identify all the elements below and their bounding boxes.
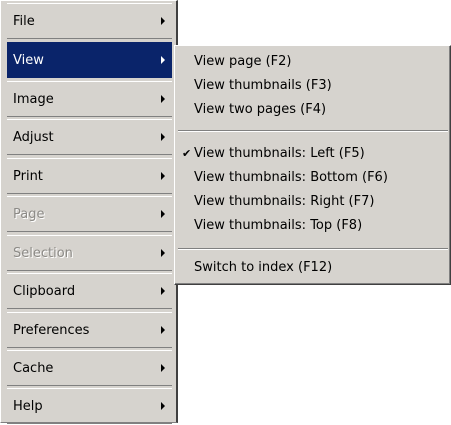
menu-item-label: Page (13, 207, 45, 222)
menu-item-label: Clipboard (13, 284, 76, 299)
menu-item-file[interactable]: File (7, 3, 172, 39)
submenu-item-label: Switch to index (F12) (194, 260, 333, 275)
submenu-item-label: View thumbnails (F3) (194, 78, 332, 93)
main-menu: File View Image Adjust Print Page Select… (0, 0, 178, 424)
menu-item-page: Page (7, 196, 172, 232)
menu-item-view[interactable]: View (7, 42, 172, 78)
submenu-item-label: View thumbnails: Bottom (F6) (194, 170, 388, 185)
menu-item-label: Print (13, 169, 43, 184)
menu-item-label: Preferences (13, 323, 90, 338)
menu-item-preferences[interactable]: Preferences (7, 312, 172, 348)
menu-separator (178, 248, 448, 250)
menu-item-adjust[interactable]: Adjust (7, 119, 172, 155)
menu-item-clipboard[interactable]: Clipboard (7, 273, 172, 309)
menu-item-label: Selection (13, 246, 73, 261)
menu-item-selection: Selection (7, 235, 172, 271)
menu-item-label: Cache (13, 361, 54, 376)
submenu-arrow-icon (161, 326, 165, 334)
submenu-arrow-icon (161, 172, 165, 180)
submenu-arrow-icon (161, 17, 165, 25)
menu-item-help[interactable]: Help (7, 388, 172, 424)
submenu-arrow-icon (161, 287, 165, 295)
submenu-item-thumbnails-right[interactable]: View thumbnails: Right (F7) (178, 190, 446, 214)
submenu-item-view-page[interactable]: View page (F2) (178, 50, 446, 74)
submenu-item-switch-to-index[interactable]: Switch to index (F12) (178, 256, 446, 280)
submenu-arrow-icon (161, 133, 165, 141)
submenu-arrow-icon (161, 210, 165, 218)
menu-item-image[interactable]: Image (7, 81, 172, 117)
submenu-item-thumbnails-bottom[interactable]: View thumbnails: Bottom (F6) (178, 166, 446, 190)
submenu-arrow-icon (161, 364, 165, 372)
submenu-item-label: View thumbnails: Left (F5) (194, 146, 365, 161)
view-submenu: View page (F2) View thumbnails (F3) View… (174, 45, 451, 285)
submenu-item-label: View thumbnails: Right (F7) (194, 194, 375, 209)
submenu-arrow-icon (161, 95, 165, 103)
menu-item-label: File (13, 14, 35, 29)
submenu-item-thumbnails-left[interactable]: ✔ View thumbnails: Left (F5) (178, 142, 446, 166)
submenu-arrow-icon (161, 56, 165, 64)
menu-item-label: Image (13, 92, 54, 107)
submenu-arrow-icon (161, 249, 165, 257)
submenu-item-thumbnails-top[interactable]: View thumbnails: Top (F8) (178, 214, 446, 238)
menu-item-cache[interactable]: Cache (7, 350, 172, 386)
menu-item-label: Help (13, 399, 43, 414)
menu-separator (178, 130, 448, 132)
submenu-item-label: View two pages (F4) (194, 102, 327, 117)
submenu-item-view-thumbnails[interactable]: View thumbnails (F3) (178, 74, 446, 98)
menu-item-label: Adjust (13, 130, 54, 145)
submenu-item-label: View thumbnails: Top (F8) (194, 218, 363, 233)
submenu-item-view-two-pages[interactable]: View two pages (F4) (178, 98, 446, 122)
submenu-arrow-icon (161, 402, 165, 410)
menu-item-print[interactable]: Print (7, 158, 172, 194)
menu-item-label: View (13, 53, 44, 68)
check-icon: ✔ (182, 147, 192, 160)
submenu-item-label: View page (F2) (194, 54, 292, 69)
